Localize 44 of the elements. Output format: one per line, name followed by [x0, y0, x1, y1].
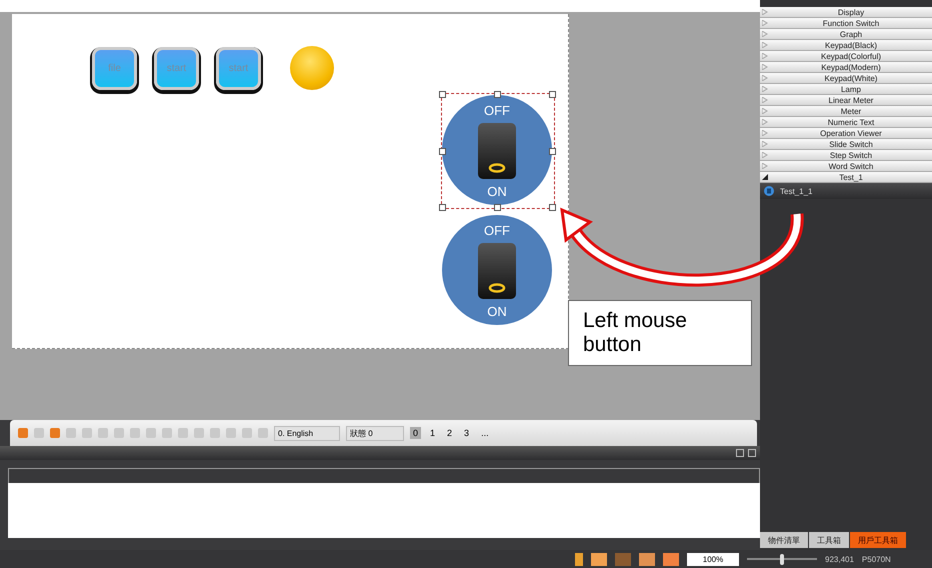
- model-name: P5070N: [862, 554, 891, 564]
- page-tab[interactable]: 0: [410, 427, 422, 439]
- more-button[interactable]: ...: [478, 427, 492, 439]
- tree-child-item[interactable]: Test_1_1: [760, 183, 932, 199]
- panel-tab[interactable]: 工具箱: [809, 532, 849, 548]
- tree-item[interactable]: Numeric Text: [760, 117, 932, 128]
- rocker-lever[interactable]: [478, 123, 516, 179]
- tree-item[interactable]: Meter: [760, 106, 932, 117]
- toggle-switch[interactable]: OFF ON: [442, 215, 552, 325]
- switch-label: ON: [487, 304, 507, 319]
- tree-item[interactable]: Test_1: [760, 172, 932, 183]
- tree-item[interactable]: Linear Meter: [760, 95, 932, 106]
- tree-item[interactable]: Lamp: [760, 84, 932, 95]
- ring-icon: [488, 283, 506, 293]
- panel-tab[interactable]: 物件清單: [760, 532, 808, 548]
- tree-item[interactable]: Keypad(Modern): [760, 62, 932, 73]
- page-tab[interactable]: 2: [444, 427, 456, 439]
- tree-item[interactable]: Keypad(Black): [760, 40, 932, 51]
- page-tab[interactable]: 3: [461, 427, 472, 439]
- rocker-lever[interactable]: [478, 243, 516, 299]
- tree-item[interactable]: Keypad(Colorful): [760, 51, 932, 62]
- expand-arrow-icon[interactable]: [762, 174, 768, 180]
- tree-item[interactable]: Step Switch: [760, 150, 932, 161]
- ring-icon: [488, 163, 506, 173]
- tree-item[interactable]: Display: [760, 7, 932, 18]
- zoom-dropdown[interactable]: 100%: [687, 552, 739, 566]
- item-icon: [764, 186, 774, 196]
- cursor-coordinates: 923,401: [825, 554, 854, 564]
- tree-item[interactable]: Operation Viewer: [760, 128, 932, 139]
- state-dropdown[interactable]: 狀態 0: [346, 426, 404, 440]
- tree-item[interactable]: Word Switch: [760, 161, 932, 172]
- tree-item[interactable]: Keypad(White): [760, 73, 932, 84]
- page-tab[interactable]: 1: [427, 427, 438, 439]
- tree-item[interactable]: Graph: [760, 29, 932, 40]
- push-knob-icon[interactable]: [290, 46, 334, 90]
- toggle-switch[interactable]: OFF ON: [442, 95, 552, 205]
- callout-text: Left mouse button: [568, 300, 752, 366]
- switch-label: ON: [487, 184, 507, 199]
- panel-tab[interactable]: 用戶工具箱: [850, 532, 906, 548]
- tree-item[interactable]: Function Switch: [760, 18, 932, 29]
- language-dropdown[interactable]: 0. English: [274, 426, 340, 440]
- switch-label: OFF: [484, 103, 510, 118]
- switch-label: OFF: [484, 223, 510, 238]
- tree-item[interactable]: Slide Switch: [760, 139, 932, 150]
